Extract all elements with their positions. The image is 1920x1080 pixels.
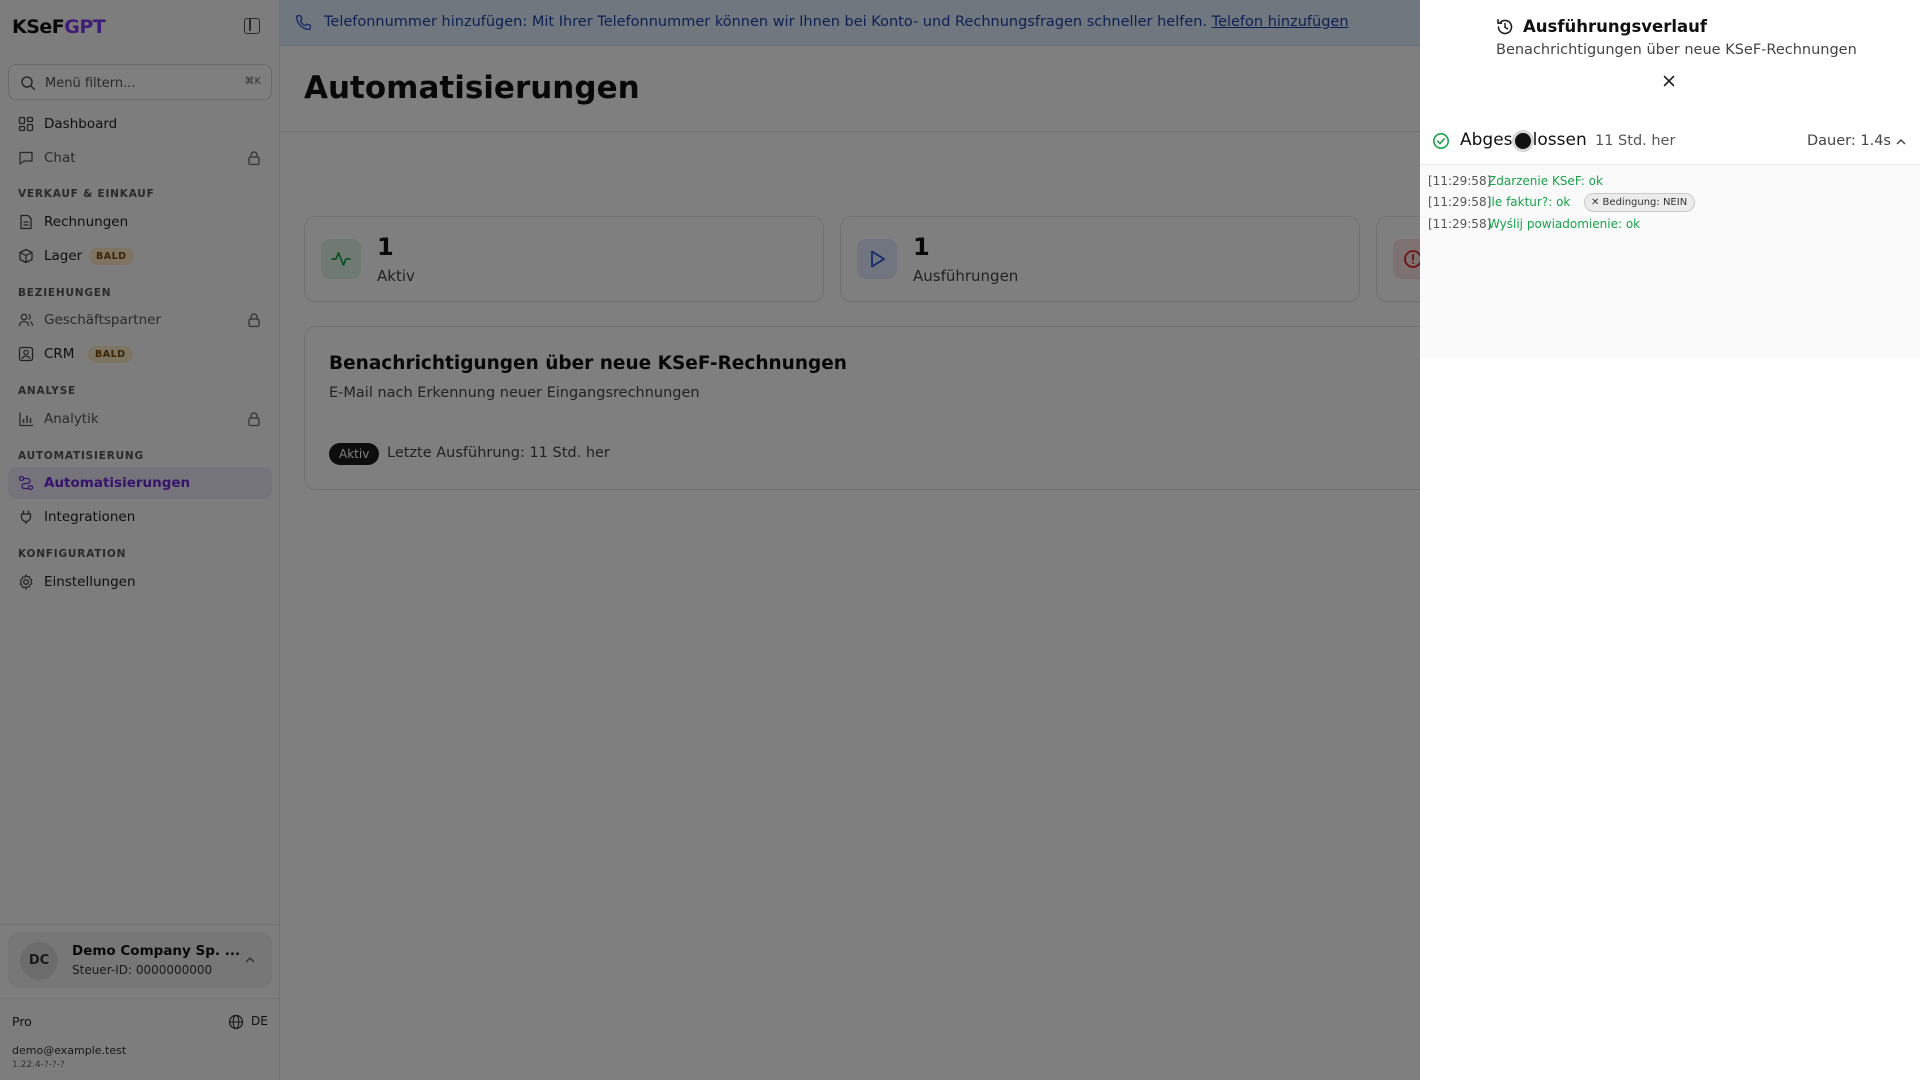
condition-badge: ✕ Bedingung: NEIN — [1584, 193, 1696, 212]
run-time-ago: 11 Std. her — [1595, 133, 1676, 149]
panel-title: Ausführungsverlauf — [1523, 17, 1708, 36]
mouse-cursor — [1512, 130, 1534, 152]
log-timestamp: [11:29:58] — [1428, 174, 1492, 188]
chevron-up-icon[interactable] — [1895, 136, 1907, 148]
log-message: Wyślij powiadomienie: ok — [1488, 217, 1641, 231]
history-icon — [1497, 19, 1513, 35]
run-history-panel: Ausführungsverlauf Benachrichtigungen üb… — [1420, 0, 1920, 1080]
close-icon[interactable] — [1661, 73, 1677, 89]
log-timestamp: [11:29:58] — [1428, 217, 1492, 231]
log-message: Zdarzenie KSeF: ok — [1488, 174, 1603, 188]
log-timestamp: [11:29:58] — [1428, 195, 1492, 209]
run-duration: Dauer: 1.4s — [1807, 133, 1891, 149]
panel-subtitle: Benachrichtigungen über neue KSeF-Rechnu… — [1496, 42, 1857, 58]
run-log: [11:29:58] Zdarzenie KSeF: ok [11:29:58]… — [1420, 165, 1920, 359]
run-entry-header[interactable]: Abgeschlossen 11 Std. her Dauer: 1.4s — [1420, 120, 1920, 164]
check-circle-icon — [1433, 133, 1449, 149]
log-message: Ile faktur?: ok — [1488, 195, 1571, 209]
